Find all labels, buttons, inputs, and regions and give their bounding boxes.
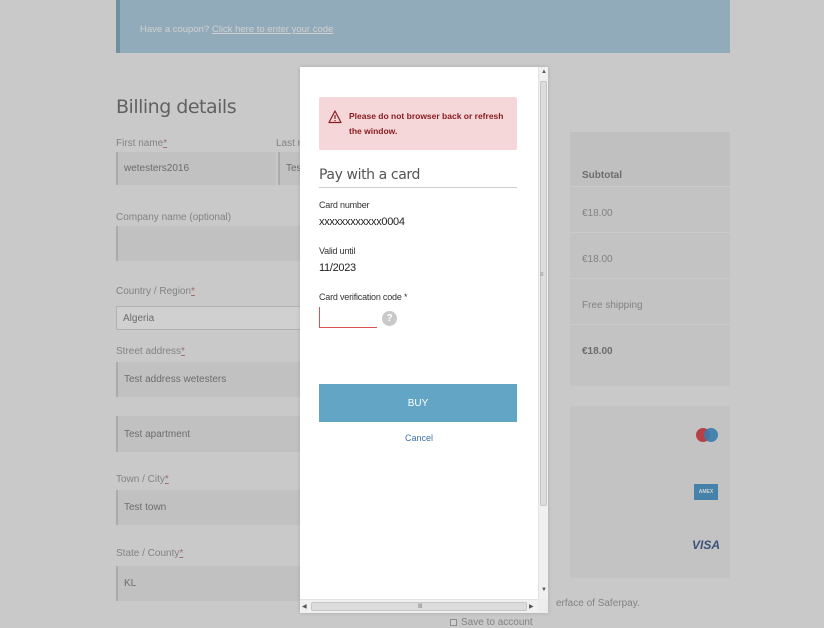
cvc-label: Card verification code * <box>319 292 408 302</box>
cvc-input[interactable] <box>319 307 377 328</box>
warning-icon <box>328 110 342 124</box>
horizontal-scroll-thumb[interactable]: Ⅲ <box>311 602 527 611</box>
vertical-scrollbar[interactable]: ▲ ≡ ▼ <box>538 67 548 599</box>
scroll-grip-icon: ≡ <box>540 272 544 278</box>
valid-until-label: Valid until <box>319 246 356 256</box>
scroll-left-arrow-icon[interactable]: ◀ <box>302 603 307 610</box>
scroll-down-arrow-icon[interactable]: ▼ <box>541 587 547 593</box>
scroll-grip-icon: Ⅲ <box>418 604 423 610</box>
help-icon[interactable]: ? <box>382 311 397 326</box>
scroll-up-arrow-icon[interactable]: ▲ <box>541 69 547 75</box>
title-divider <box>319 187 517 188</box>
scrollbar-corner <box>538 599 548 613</box>
cancel-link[interactable]: Cancel <box>300 433 538 443</box>
card-number-value: xxxxxxxxxxxx0004 <box>319 216 405 228</box>
pay-title: Pay with a card <box>319 167 420 183</box>
card-number-label: Card number <box>319 200 370 210</box>
vertical-scroll-thumb[interactable] <box>540 81 547 506</box>
payment-modal: Please do not browser back or refresh th… <box>300 67 548 613</box>
scroll-right-arrow-icon[interactable]: ▶ <box>529 603 534 610</box>
warning-alert: Please do not browser back or refresh th… <box>319 97 517 150</box>
valid-until-value: 11/2023 <box>319 262 356 274</box>
warning-message: Please do not browser back or refresh th… <box>349 111 504 136</box>
payment-form: Please do not browser back or refresh th… <box>300 67 538 599</box>
horizontal-scrollbar[interactable]: ◀ Ⅲ ▶ <box>300 599 538 613</box>
buy-button[interactable]: BUY <box>319 384 517 422</box>
